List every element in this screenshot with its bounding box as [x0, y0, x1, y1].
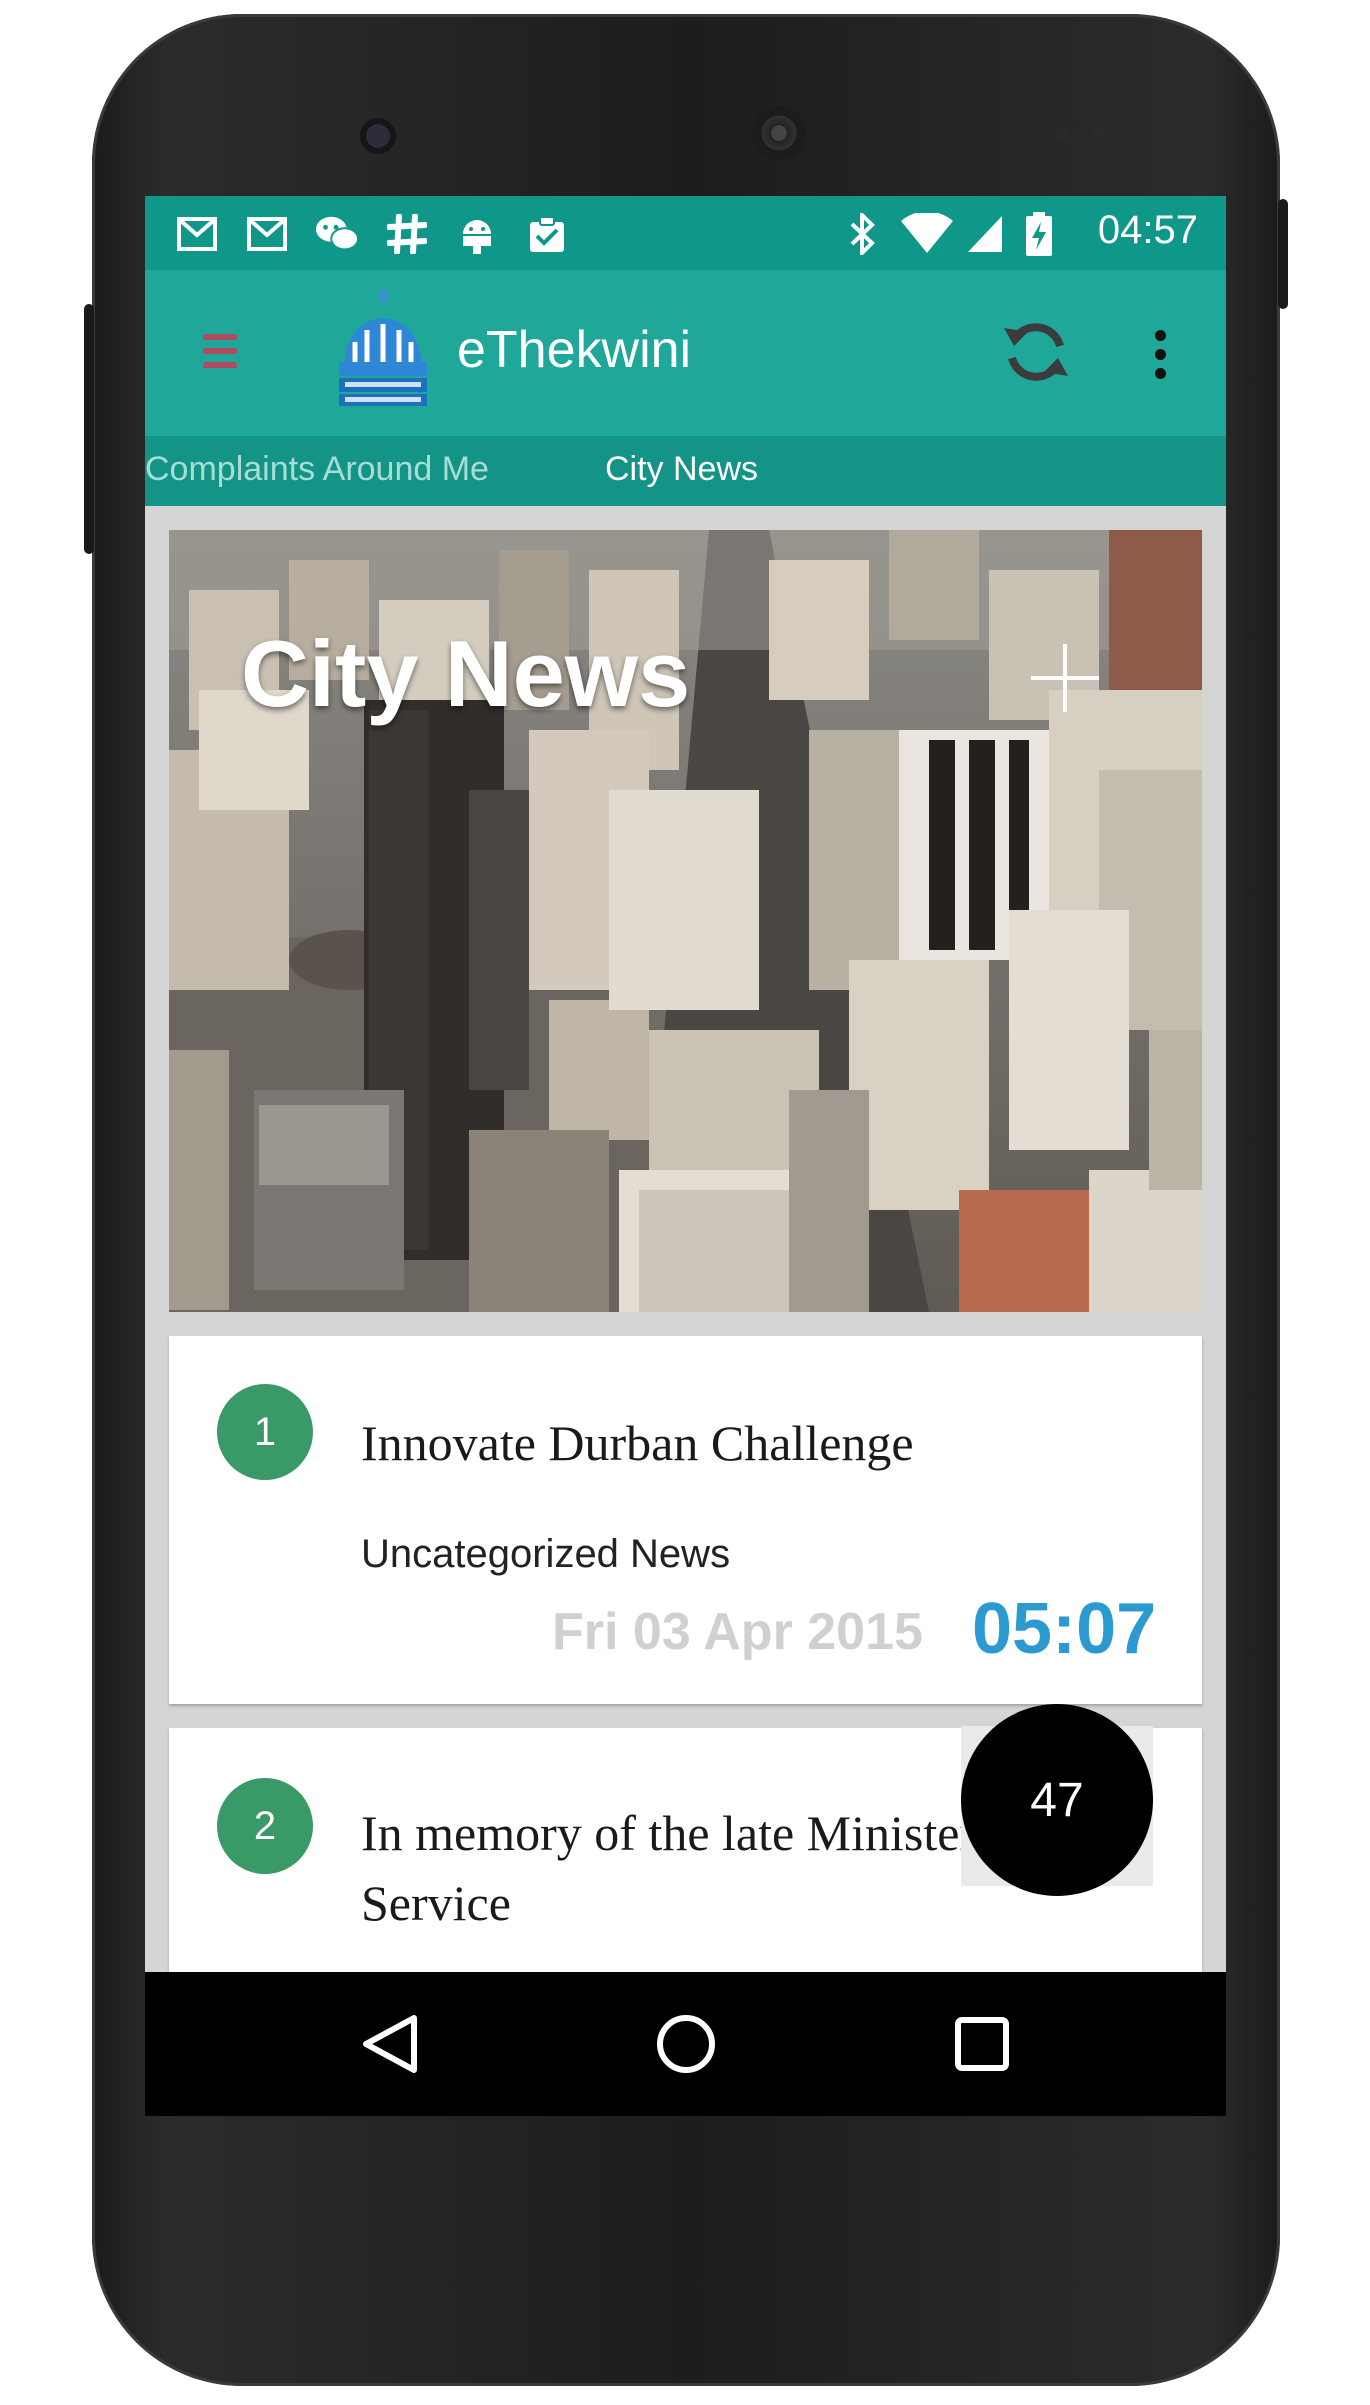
ethekwini-municipality-logo [335, 290, 431, 410]
status-time: 04:57 [1097, 208, 1198, 252]
slack-icon [385, 212, 429, 256]
news-time: 05:07 [972, 1589, 1157, 1669]
android-icon [455, 212, 499, 256]
home-icon[interactable] [652, 2010, 720, 2078]
battery-charging-icon [1017, 212, 1061, 256]
tab-complaints-around-me[interactable]: Complaints Around Me [145, 450, 489, 489]
hamburger-icon[interactable] [203, 334, 237, 374]
front-camera [366, 124, 390, 148]
wifi-icon [897, 212, 957, 256]
item-number-badge: 2 [217, 1778, 313, 1874]
screen: 04:57 eThekwini Complaints Around Me Cit… [145, 196, 1226, 2116]
app-title: eThekwini [457, 321, 692, 379]
bluetooth-icon [841, 212, 885, 256]
navigation-bar [145, 1972, 1226, 2116]
recents-icon[interactable] [948, 2010, 1016, 2078]
plus-icon[interactable] [1027, 640, 1103, 716]
news-title: Innovate Durban Challenge [361, 1415, 914, 1471]
power-button [84, 304, 94, 554]
light-sensor [1090, 126, 1104, 140]
volume-button [1278, 199, 1288, 309]
item-number-badge: 1 [217, 1384, 313, 1480]
news-category: Uncategorized News [361, 1532, 731, 1576]
status-bar: 04:57 [145, 196, 1226, 270]
tab-bar: Complaints Around Me City News [145, 436, 1226, 506]
back-icon[interactable] [358, 2010, 426, 2078]
tab-city-news[interactable]: City News [605, 450, 758, 489]
clipboard-check-icon [525, 212, 569, 256]
app-toolbar: eThekwini [145, 270, 1226, 436]
refresh-icon[interactable] [1000, 316, 1072, 388]
gmail-icon [245, 212, 289, 256]
count-fab-button[interactable]: 47 [961, 1704, 1153, 1896]
proximity-sensor [1056, 126, 1070, 140]
news-list[interactable]: City News 1 Innovate Durban Challenge Un… [145, 506, 1226, 2061]
hero-title: City News [241, 621, 691, 726]
gmail-icon [175, 212, 219, 256]
earpiece-speaker [752, 106, 806, 160]
list-item[interactable]: 1 Innovate Durban Challenge Uncategorize… [169, 1336, 1202, 1704]
signal-icon [963, 212, 1007, 256]
more-vert-icon[interactable] [1155, 330, 1167, 380]
hero-image: City News [169, 530, 1202, 1312]
wechat-icon [315, 212, 359, 256]
news-date: Fri 03 Apr 2015 [552, 1603, 923, 1661]
